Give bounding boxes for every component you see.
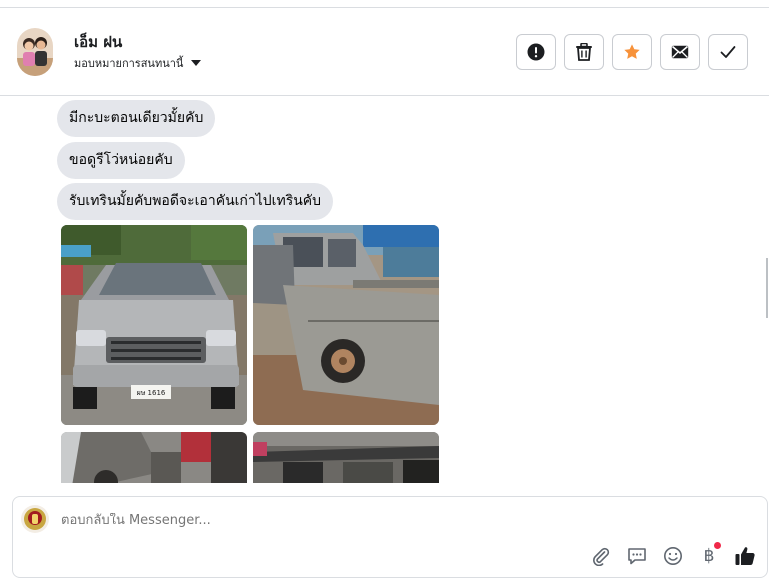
envelope-icon	[671, 45, 689, 59]
contact-name: เอ็ม ฝน	[74, 33, 123, 51]
baht-icon: ฿	[703, 546, 715, 566]
license-plate: ผษ 1616	[137, 389, 166, 397]
message-bubble[interactable]: รับเทรินมั้ยคับพอดีจะเอาคันเก่าไปเทรินคั…	[57, 183, 334, 220]
paperclip-icon	[593, 547, 610, 566]
reply-input[interactable]	[61, 513, 741, 528]
star-button[interactable]	[612, 34, 652, 70]
exclamation-circle-icon	[527, 43, 545, 61]
like-button[interactable]	[733, 544, 757, 568]
photo-attachment[interactable]	[61, 432, 247, 483]
conversation-header: เอ็ม ฝน มอบหมายการสนทนานี้	[0, 8, 769, 96]
notification-dot	[714, 542, 721, 549]
message-bubble[interactable]: มีกะบะตอนเดียวมั้ยคับ	[57, 100, 216, 137]
mark-spam-button[interactable]	[516, 34, 556, 70]
smiley-icon	[664, 547, 682, 565]
saved-replies-button[interactable]	[625, 544, 649, 568]
caret-down-icon	[191, 60, 202, 66]
reply-composer: ฿	[12, 496, 768, 578]
delete-button[interactable]	[564, 34, 604, 70]
page-avatar	[21, 505, 49, 533]
photo-attachment[interactable]: ผษ 1616	[61, 225, 247, 425]
avatar[interactable]	[17, 28, 53, 76]
message-thread: มีกะบะตอนเดียวมั้ยคับ ขอดูรีโว่หน่อยคับ …	[0, 97, 766, 483]
emoji-button[interactable]	[661, 544, 685, 568]
thumbs-up-icon	[735, 547, 755, 565]
payment-button[interactable]: ฿	[697, 542, 721, 568]
message-bubble[interactable]: ขอดูรีโว่หน่อยคับ	[57, 142, 185, 179]
mark-unread-button[interactable]	[660, 34, 700, 70]
photo-attachment[interactable]	[253, 225, 439, 425]
photo-attachment[interactable]	[253, 432, 439, 483]
mark-done-button[interactable]	[708, 34, 748, 70]
chat-bubble-icon	[628, 548, 646, 565]
scrollbar[interactable]	[766, 258, 768, 318]
star-icon	[624, 44, 640, 59]
trash-icon	[576, 43, 592, 61]
assign-label: มอบหมายการสนทนานี้	[74, 57, 184, 70]
attach-button[interactable]	[589, 544, 613, 568]
assign-conversation-dropdown[interactable]: มอบหมายการสนทนานี้	[74, 54, 202, 72]
check-icon	[720, 46, 736, 58]
